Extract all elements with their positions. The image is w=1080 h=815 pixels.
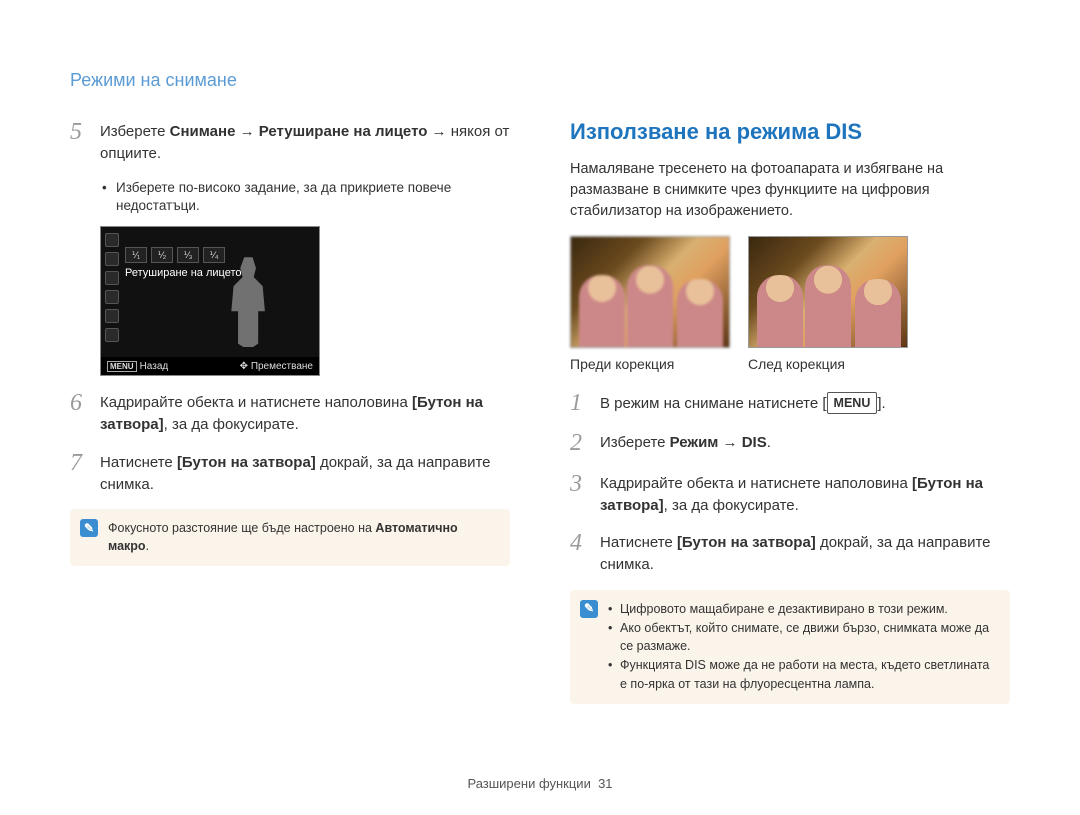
text-prefix: Изберете xyxy=(100,123,170,140)
bullet-text: Изберете по-високо задание, за да прикри… xyxy=(116,179,510,217)
person-shape xyxy=(627,265,673,347)
lcd-mode-label: Ретуширане на лицето xyxy=(125,267,242,279)
person-shape xyxy=(855,279,901,347)
footer-page-number: 31 xyxy=(598,776,612,791)
note-focus-distance: ✎ Фокусното разстояние ще бъде настроено… xyxy=(70,509,510,565)
note-prefix: Фокусното разстояние ще бъде настроено н… xyxy=(108,521,375,535)
note-item: •Функцията DIS може да не работи на мест… xyxy=(608,656,998,694)
right-column: Използване на режима DIS Намаляване трес… xyxy=(570,119,1010,704)
text-suffix: , за да фокусирате. xyxy=(664,497,799,514)
lcd-option: ⅟₂ xyxy=(151,247,173,263)
step-number: 1 xyxy=(570,390,600,416)
text-bold: Снимане → Ретуширане на лицето → xyxy=(170,123,447,140)
dis-step-2: 2 Изберете Режим → DIS. xyxy=(570,430,1010,456)
step-number: 4 xyxy=(570,530,600,576)
person-shape xyxy=(579,275,625,347)
text-prefix: Кадрирайте обекта и натиснете наполовина xyxy=(600,475,912,492)
footer-section: Разширени функции xyxy=(467,776,590,791)
lcd-option: ⅟₃ xyxy=(177,247,199,263)
lcd-side-icons xyxy=(105,233,119,342)
step-number: 3 xyxy=(570,471,600,517)
lcd-back: MENUНазад xyxy=(107,361,168,372)
step-text: Кадрирайте обекта и натиснете наполовина… xyxy=(600,471,1010,517)
person-shape xyxy=(677,279,723,347)
dis-step-3: 3 Кадрирайте обекта и натиснете наполови… xyxy=(570,471,1010,517)
step-text: Натиснете [Бутон на затвора] докрай, за … xyxy=(100,450,510,496)
text-prefix: Кадрирайте обекта и натиснете наполовина xyxy=(100,394,412,411)
note-text: Фокусното разстояние ще бъде настроено н… xyxy=(108,519,498,555)
lcd-icon xyxy=(105,233,119,247)
bullet-dot: • xyxy=(102,179,116,217)
note-item-text: Функцията DIS може да не работи на места… xyxy=(620,656,998,694)
text-prefix: Натиснете xyxy=(600,534,677,551)
note-list: •Цифровото мащабиране е дезактивирано в … xyxy=(608,600,998,694)
menu-key-icon: MENU xyxy=(827,392,878,414)
lcd-move-label: Преместване xyxy=(251,361,313,372)
text-prefix: В режим на снимане натиснете [ xyxy=(600,395,827,412)
step-text: Изберете Снимане → Ретуширане на лицето … xyxy=(100,119,510,165)
text-prefix: Натиснете xyxy=(100,454,177,471)
step-number: 5 xyxy=(70,119,100,165)
text-bold: [Бутон на затвора] xyxy=(177,454,316,471)
lcd-icon xyxy=(105,252,119,266)
step-5-bullet: • Изберете по-високо задание, за да прик… xyxy=(102,179,510,217)
text-bold: Режим → DIS xyxy=(670,434,767,451)
step-text: Изберете Режим → DIS. xyxy=(600,430,771,456)
comparison-captions: Преди корекция След корекция xyxy=(570,356,1010,372)
caption-after: След корекция xyxy=(748,356,908,372)
step-number: 6 xyxy=(70,390,100,436)
text-prefix: Изберете xyxy=(600,434,670,451)
note-item-text: Ако обектът, който снимате, се движи бър… xyxy=(620,619,998,657)
lcd-move: ✥ Преместване xyxy=(240,361,313,372)
step-text: В режим на снимане натиснете [MENU]. xyxy=(600,390,886,416)
camera-lcd-preview: ⅟₁ ⅟₂ ⅟₃ ⅟₄ Ретуширане на лицето MENUНаз… xyxy=(100,226,320,376)
text-suffix: , за да фокусирате. xyxy=(164,416,299,433)
menu-key-icon: MENU xyxy=(107,361,137,372)
step-text: Натиснете [Бутон на затвора] докрай, за … xyxy=(600,530,1010,576)
note-item: •Цифровото мащабиране е дезактивирано в … xyxy=(608,600,998,619)
note-icon: ✎ xyxy=(580,600,598,618)
dis-step-1: 1 В режим на снимане натиснете [MENU]. xyxy=(570,390,1010,416)
note-item: •Ако обектът, който снимате, се движи бъ… xyxy=(608,619,998,657)
note-suffix: . xyxy=(146,539,149,553)
page-footer: Разширени функции 31 xyxy=(0,776,1080,791)
comparison-photos xyxy=(570,236,1010,348)
step-number: 2 xyxy=(570,430,600,456)
left-column: 5 Изберете Снимане → Ретуширане на лицет… xyxy=(70,119,510,704)
lcd-option: ⅟₁ xyxy=(125,247,147,263)
lcd-icon xyxy=(105,328,119,342)
lcd-option: ⅟₄ xyxy=(203,247,225,263)
caption-before: Преди корекция xyxy=(570,356,730,372)
section-title-dis: Използване на режима DIS xyxy=(570,119,1010,145)
lcd-bottom-bar: MENUНазад ✥ Преместване xyxy=(101,357,319,375)
photo-before xyxy=(570,236,730,348)
lcd-icon xyxy=(105,271,119,285)
lcd-option-row: ⅟₁ ⅟₂ ⅟₃ ⅟₄ xyxy=(125,247,225,263)
lcd-back-label: Назад xyxy=(140,361,169,372)
dis-intro: Намаляване тресенето на фотоапарата и из… xyxy=(570,159,1010,222)
step-5: 5 Изберете Снимане → Ретуширане на лицет… xyxy=(70,119,510,165)
dis-step-4: 4 Натиснете [Бутон на затвора] докрай, з… xyxy=(570,530,1010,576)
step-6: 6 Кадрирайте обекта и натиснете наполови… xyxy=(70,390,510,436)
photo-after xyxy=(748,236,908,348)
note-item-text: Цифровото мащабиране е дезактивирано в т… xyxy=(620,600,948,619)
content-columns: 5 Изберете Снимане → Ретуширане на лицет… xyxy=(70,119,1010,704)
person-shape xyxy=(805,265,851,347)
lcd-icon xyxy=(105,309,119,323)
text-bold: [Бутон на затвора] xyxy=(677,534,816,551)
text-suffix: . xyxy=(767,434,771,451)
step-7: 7 Натиснете [Бутон на затвора] докрай, з… xyxy=(70,450,510,496)
step-text: Кадрирайте обекта и натиснете наполовина… xyxy=(100,390,510,436)
page-header: Режими на снимане xyxy=(70,70,1010,91)
text-suffix: ]. xyxy=(877,395,885,412)
step-number: 7 xyxy=(70,450,100,496)
note-icon: ✎ xyxy=(80,519,98,537)
person-shape xyxy=(757,275,803,347)
dis-notes: ✎ •Цифровото мащабиране е дезактивирано … xyxy=(570,590,1010,704)
lcd-icon xyxy=(105,290,119,304)
